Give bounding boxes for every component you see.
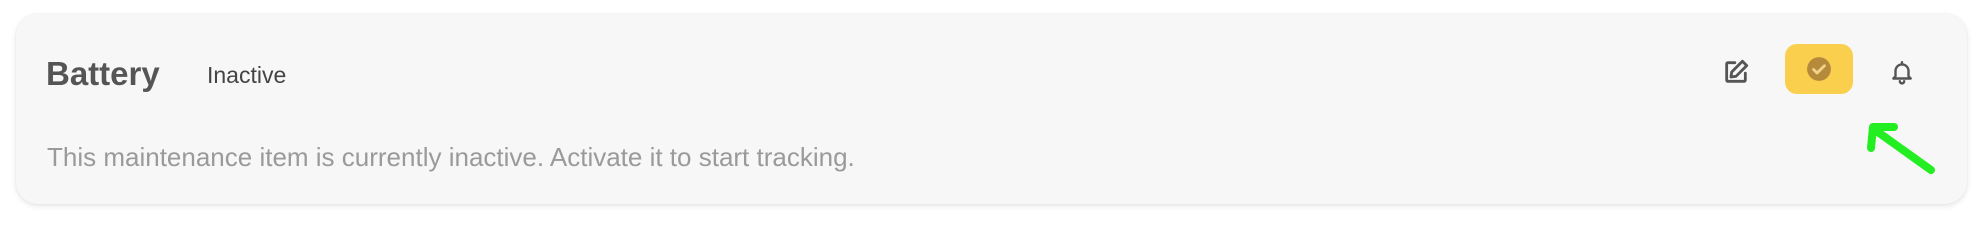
annotation-arrow-icon — [1867, 123, 1935, 174]
edit-icon — [1725, 59, 1749, 83]
notifications-button[interactable] — [1882, 52, 1922, 92]
activate-button[interactable] — [1785, 44, 1853, 94]
item-title: Battery — [46, 55, 160, 92]
maintenance-item-card: Battery Inactive This maintenance item i… — [16, 14, 1967, 204]
check-circle-icon — [1807, 57, 1831, 81]
bell-icon — [1892, 61, 1912, 85]
edit-button[interactable] — [1716, 52, 1756, 92]
status-badge: Inactive — [207, 62, 287, 88]
item-description: This maintenance item is currently inact… — [47, 142, 855, 172]
